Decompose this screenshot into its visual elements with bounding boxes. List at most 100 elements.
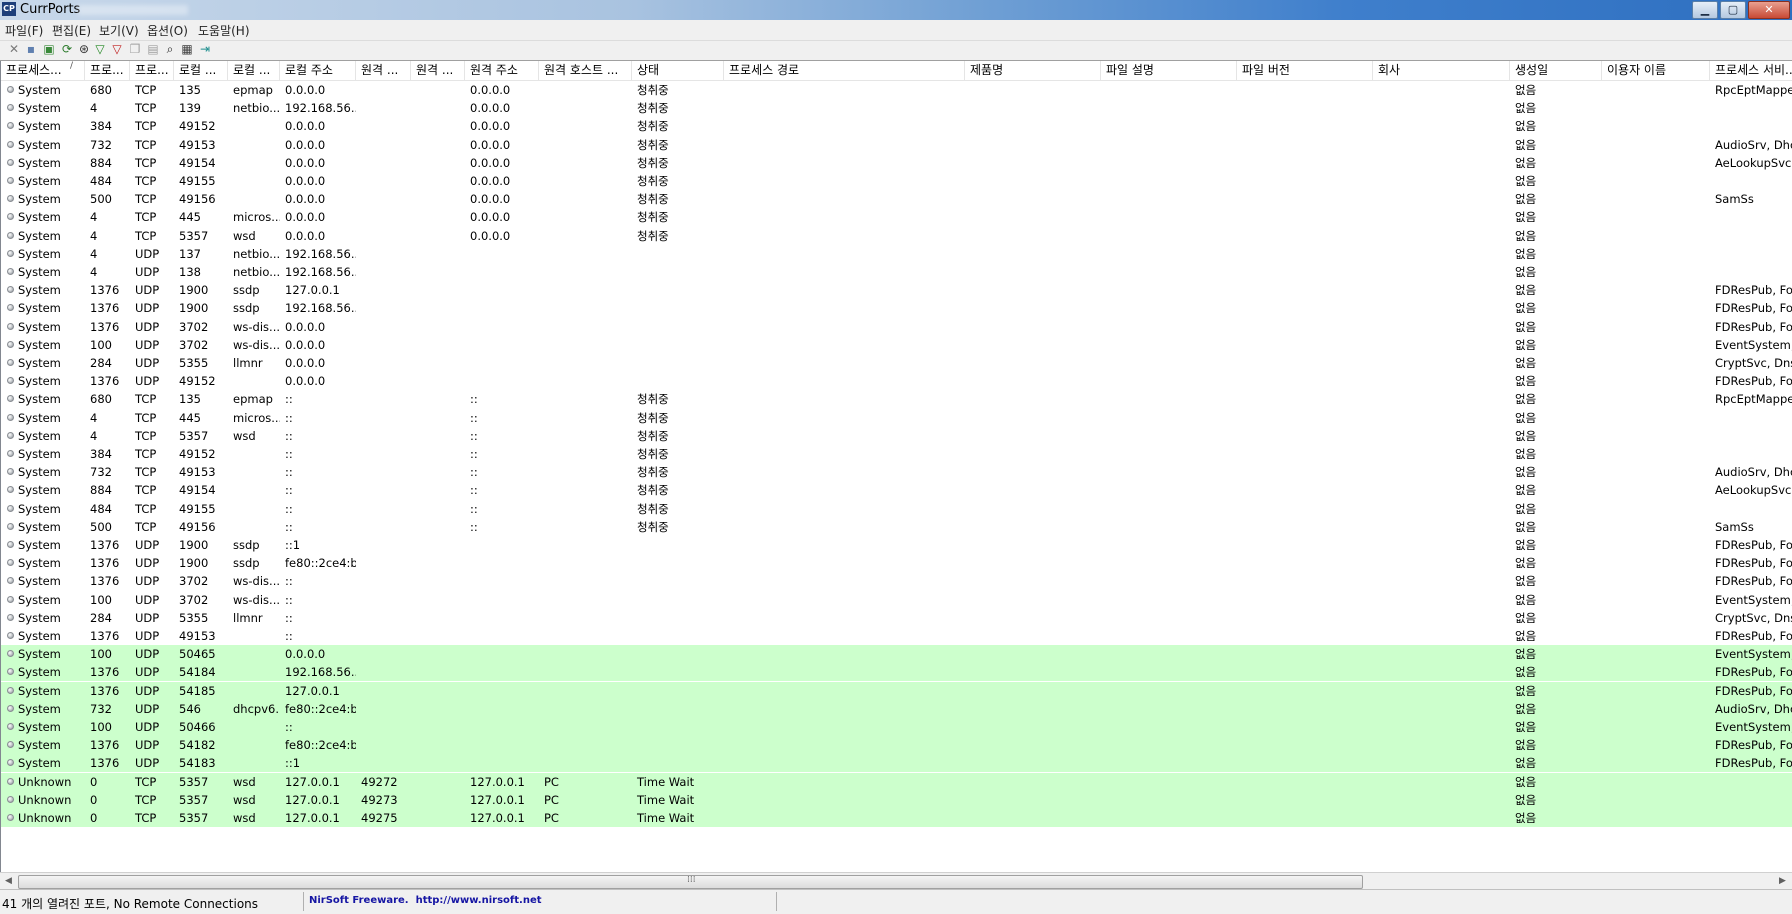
cell-svc (1710, 427, 1792, 445)
table-row[interactable]: System 1376 UDP 1900 ssdp 127.0.0.1 없음 FDResPub… (1, 281, 1792, 299)
maximize-button[interactable]: ▢ (1720, 1, 1746, 19)
column-header-15[interactable]: 회사 (1373, 61, 1510, 80)
column-header-18[interactable]: 프로세스 서비... (1710, 61, 1792, 80)
close-connection-icon[interactable]: ✕ (7, 42, 21, 56)
table-row[interactable]: System 1376 UDP 3702 ws-dis... 0.0.0.0 없음 FDRes… (1, 318, 1792, 336)
table-row[interactable]: System 4 UDP 138 netbio... 192.168.56.... 없음 (1, 263, 1792, 281)
table-row[interactable]: Unknown 0 TCP 5357 wsd 127.0.0.1 49273 127.0.0.… (1, 790, 1792, 809)
column-header-4[interactable]: 로컬 ... (228, 61, 280, 80)
funnel-icon[interactable]: ▽ (93, 42, 107, 56)
column-header-1[interactable]: 프로... (85, 61, 130, 80)
cell-svc: EventSystem, f (1715, 647, 1792, 662)
table-row[interactable]: Unknown 0 TCP 5357 wsd 127.0.0.1 49272 127.0.0.… (1, 772, 1792, 791)
column-header-16[interactable]: 생성일 (1510, 61, 1602, 80)
table-row[interactable]: System 884 TCP 49154:::: 청취중 없음 AeLookupSvc, (1, 481, 1792, 499)
column-header-11[interactable]: 프로세스 경로 (724, 61, 965, 80)
table-row[interactable]: System 1376 UDP 54183::1 없음 FDResPub, For (1, 754, 1792, 773)
table-row[interactable]: Unknown 0 TCP 5357 wsd 127.0.0.1 49275 127.0.0.… (1, 809, 1792, 827)
report-icon[interactable]: ▦ (180, 42, 194, 56)
table-row[interactable]: System 4 TCP 5357 wsd 0.0.0.0 0.0.0.0 청취중 없음 (1, 227, 1792, 245)
table-row[interactable]: System 1376 UDP 49152 0.0.0.0 없음 FDResPub, For (1, 372, 1792, 390)
nirsoft-link[interactable]: http://www.nirsoft.net (416, 895, 542, 906)
table-row[interactable]: System 100 UDP 3702 ws-dis...:: 없음 EventSystem… (1, 591, 1792, 609)
table-row[interactable]: System 284 UDP 5355 llmnr 0.0.0.0 없음 CryptSvc, … (1, 354, 1792, 372)
scroll-thumb[interactable]: ⁞⁞⁞ (18, 875, 1363, 889)
cell-rpname (411, 809, 465, 827)
funnel-red-icon[interactable]: ▽ (110, 42, 124, 56)
menu-item-3[interactable]: 옵션(O) (147, 22, 188, 39)
ports-list-view[interactable]: 프로세스... 프로... 프로... 로컬 ... 로컬 ... 로컬 주소 원격 ...… (0, 61, 1792, 872)
column-header-2[interactable]: 프로... (130, 61, 174, 80)
cell-state (632, 263, 724, 281)
column-header-13[interactable]: 파일 설명 (1101, 61, 1237, 80)
scroll-left-arrow-icon[interactable]: ◀ (5, 876, 12, 886)
column-header-10[interactable]: 상태 (632, 61, 724, 80)
cell-rpname (411, 700, 465, 718)
table-row[interactable]: System 4 UDP 137 netbio... 192.168.56.... 없음 (1, 245, 1792, 263)
refresh-icon[interactable]: ⟳ (60, 42, 74, 56)
table-row[interactable]: System 1376 UDP 1900 ssdp 192.168.56.... 없음 FDR… (1, 299, 1792, 317)
properties-icon[interactable]: ▤ (146, 42, 160, 56)
cell-proto: UDP (135, 337, 160, 352)
table-row[interactable]: System 4 TCP 139 netbio... 192.168.56.... 0.0.… (1, 99, 1792, 117)
table-row[interactable]: System 1376 UDP 54185 127.0.0.1 없음 FDResPub, F… (1, 681, 1792, 700)
table-row[interactable]: System 500 TCP 49156:::: 청취중 없음 SamSs (1, 518, 1792, 536)
table-row[interactable]: System 680 TCP 135 epmap:::: 청취중 없음 RpcEptMappe… (1, 390, 1792, 408)
filter-icon[interactable]: ⊛ (77, 42, 91, 56)
save-icon[interactable]: ▪ (24, 42, 38, 56)
table-row[interactable]: System 1376 UDP 3702 ws-dis...:: 없음 FDResPub, … (1, 572, 1792, 590)
table-row[interactable]: System 1376 UDP 54184 192.168.56.... 없음 FDResP… (1, 663, 1792, 682)
column-header-6[interactable]: 원격 ... (356, 61, 411, 80)
column-header-14[interactable]: 파일 버전 (1237, 61, 1373, 80)
cell-svc: FDResPub, For (1715, 556, 1792, 571)
cell-rhost (539, 208, 632, 226)
table-row[interactable]: System 884 TCP 49154 0.0.0.0 0.0.0.0 청취중 없음 AeLo… (1, 154, 1792, 172)
scroll-right-arrow-icon[interactable]: ▶ (1779, 876, 1786, 886)
cell-laddr: 0.0.0.0 (285, 228, 326, 243)
table-row[interactable]: System 100 UDP 50465 0.0.0.0 없음 EventSystem, f (1, 645, 1792, 664)
column-header-7[interactable]: 원격 ... (411, 61, 465, 80)
cell-n: System (18, 519, 61, 534)
cell-pid: 732 (90, 465, 112, 480)
table-row[interactable]: System 732 UDP 546 dhcpv6... fe80::2ce4:b... 없… (1, 699, 1792, 718)
column-header-8[interactable]: 원격 주소 (465, 61, 539, 80)
table-row[interactable]: System 284 UDP 5355 llmnr::없음 CryptSvc, Dnsc (1, 609, 1792, 627)
html-report-icon[interactable]: ▣ (42, 42, 56, 56)
table-row[interactable]: System 4 TCP 445 micros...:::: 청취중 없음 (1, 409, 1792, 427)
table-row[interactable]: System 484 TCP 49155 0.0.0.0 0.0.0.0 청취중 없음 (1, 172, 1792, 190)
table-row[interactable]: System 1376 UDP 54182 fe80::2ce4:b... 없음 FDRes… (1, 736, 1792, 755)
cell-rport (356, 754, 411, 772)
table-row[interactable]: System 1376 UDP 49153:: 없음 FDResPub, For (1, 627, 1792, 645)
cell-laddr: 0.0.0.0 (285, 210, 326, 225)
table-row[interactable]: System 732 TCP 49153::::청취중 없음 AudioSrv, Dhcp (1, 463, 1792, 481)
minimize-button[interactable]: ▁ (1692, 1, 1718, 19)
table-row[interactable]: System 500 TCP 49156 0.0.0.0 0.0.0.0 청취중 없음 SamS… (1, 190, 1792, 208)
column-header-12[interactable]: 제품명 (965, 61, 1101, 80)
table-row[interactable]: System 680 TCP 135 epmap 0.0.0.0 0.0.0.0 청취중 없음 R… (1, 81, 1792, 99)
cell-proto: UDP (135, 665, 160, 680)
table-row[interactable]: System 1376 UDP 1900 ssdp::1 없음 FDResPub, For (1, 536, 1792, 554)
close-button[interactable]: ✕ (1748, 1, 1790, 19)
table-row[interactable]: System 732 TCP 49153 0.0.0.0 0.0.0.0 청취중 없음 Audi… (1, 136, 1792, 154)
exit-icon[interactable]: ⇥ (198, 42, 212, 56)
menu-item-4[interactable]: 도움말(H) (198, 22, 250, 39)
table-row[interactable]: System 384 TCP 49152:::: 청취중 없음 (1, 445, 1792, 463)
menu-item-0[interactable]: 파일(F) (5, 22, 43, 39)
table-row[interactable]: System 100 UDP 3702 ws-dis... 0.0.0.0 없음 EventS… (1, 336, 1792, 354)
cell-rhost (539, 154, 632, 172)
table-row[interactable]: System 384 TCP 49152 0.0.0.0 0.0.0.0 청취중 없음 (1, 117, 1792, 135)
menu-item-2[interactable]: 보기(V) (99, 22, 139, 39)
table-row[interactable]: System 100 UDP 50466::없음 EventSystem, f (1, 718, 1792, 736)
column-header-3[interactable]: 로컬 ... (174, 61, 228, 80)
table-row[interactable]: System 4 TCP 445 micros... 0.0.0.0 0.0.0.0 청취중 없… (1, 208, 1792, 226)
copy-icon[interactable]: ❐ (128, 42, 142, 56)
column-header-9[interactable]: 원격 호스트 ... (539, 61, 632, 80)
table-row[interactable]: System 1376 UDP 1900 ssdp fe80::2ce4:b... 없음 FD… (1, 554, 1792, 572)
menu-item-1[interactable]: 편집(E) (52, 22, 91, 39)
column-header-5[interactable]: 로컬 주소 (280, 61, 356, 80)
find-icon[interactable]: ⌕ (163, 42, 177, 56)
table-row[interactable]: System 4 TCP 5357 wsd:::: 청취중 없음 (1, 427, 1792, 445)
horizontal-scrollbar[interactable]: ◀ ⁞⁞⁞ ▶ (0, 872, 1792, 890)
column-header-17[interactable]: 이용자 이름 (1602, 61, 1710, 80)
table-row[interactable]: System 484 TCP 49155:::: 청취중 없음 (1, 500, 1792, 518)
